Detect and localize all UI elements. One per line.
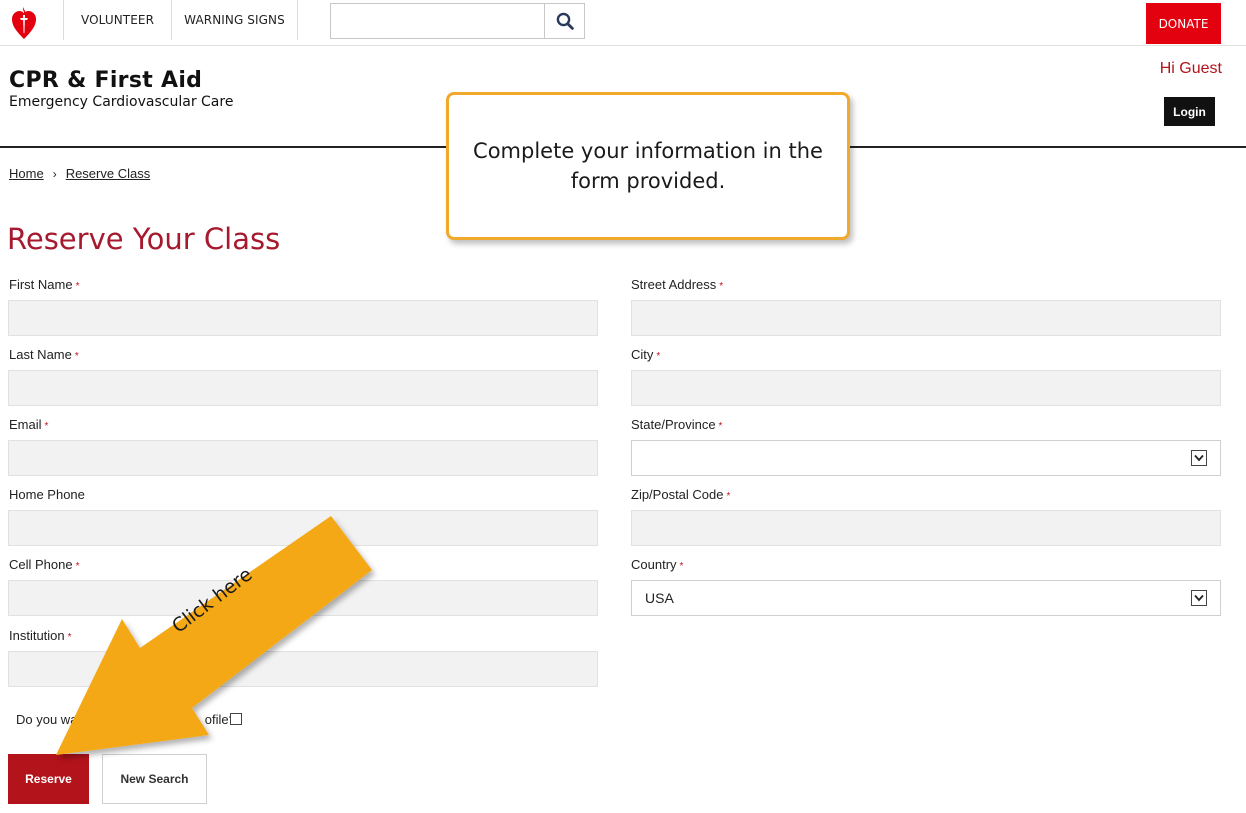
- country-value: USA: [645, 590, 674, 606]
- donate-label: DONATE: [1158, 16, 1209, 31]
- street-address-label: Street Address *: [631, 277, 724, 292]
- magnifier-icon: [556, 12, 574, 30]
- first-name-label: First Name *: [9, 277, 80, 292]
- donate-button[interactable]: DONATE: [1146, 3, 1221, 44]
- login-label: Login: [1173, 104, 1206, 119]
- street-address-input[interactable]: [631, 300, 1221, 336]
- login-button[interactable]: Login: [1164, 97, 1215, 126]
- last-name-label: Last Name *: [9, 347, 79, 362]
- zip-postal-label: Zip/Postal Code *: [631, 487, 731, 502]
- search-button[interactable]: [544, 3, 585, 39]
- nav-warning-signs-label: WARNING SIGNS: [184, 13, 285, 27]
- breadcrumb-separator: ›: [52, 166, 57, 181]
- instruction-callout: Complete your information in the form pr…: [446, 92, 850, 240]
- country-label: Country *: [631, 557, 684, 572]
- search-input[interactable]: [330, 3, 544, 39]
- user-greeting: Hi Guest: [1159, 60, 1222, 77]
- breadcrumb: Home › Reserve Class: [9, 166, 150, 181]
- last-name-input[interactable]: [8, 370, 598, 406]
- top-divider: [0, 45, 1246, 46]
- city-label: City *: [631, 347, 661, 362]
- state-province-select[interactable]: [631, 440, 1221, 476]
- click-here-arrow-icon: [56, 516, 372, 755]
- zip-postal-input[interactable]: [631, 510, 1221, 546]
- nav-volunteer-label: VOLUNTEER: [80, 13, 155, 27]
- email-input[interactable]: [8, 440, 598, 476]
- state-province-label: State/Province *: [631, 417, 723, 432]
- site-subtitle: Emergency Cardiovascular Care: [9, 94, 234, 110]
- chevron-down-icon: [1191, 450, 1207, 466]
- page-title: Reserve Your Class: [7, 222, 281, 256]
- breadcrumb-home-link[interactable]: Home: [9, 166, 44, 181]
- aha-heart-logo-icon[interactable]: [11, 6, 37, 40]
- chevron-down-icon: [1191, 590, 1207, 606]
- site-title[interactable]: CPR & First Aid: [9, 68, 202, 93]
- country-select[interactable]: USA: [631, 580, 1221, 616]
- nav-warning-signs[interactable]: WARNING SIGNS: [171, 0, 298, 40]
- breadcrumb-current-link[interactable]: Reserve Class: [66, 166, 151, 181]
- callout-text: Complete your information in the form pr…: [473, 139, 823, 193]
- first-name-input[interactable]: [8, 300, 598, 336]
- nav-volunteer[interactable]: VOLUNTEER: [63, 0, 171, 40]
- city-input[interactable]: [631, 370, 1221, 406]
- email-label: Email *: [9, 417, 49, 432]
